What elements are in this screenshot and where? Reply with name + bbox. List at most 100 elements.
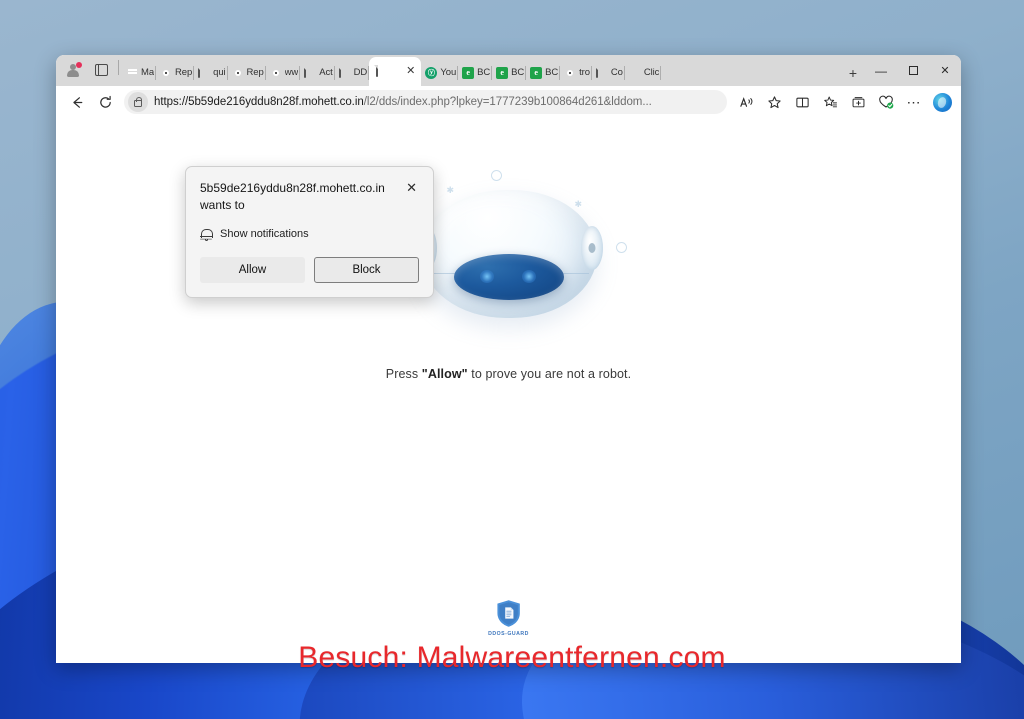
favorite-star-icon <box>767 95 781 108</box>
tab-label: DD <box>353 67 368 78</box>
notification-permission-dialog: 5b59de216yddu8n28f.mohett.co.in wants to… <box>185 166 434 298</box>
permission-close-button[interactable]: ✕ <box>404 180 419 195</box>
sparkle-icon: ✱ <box>574 199 583 209</box>
settings-more-icon: ⋯ <box>906 94 922 110</box>
copilot-button[interactable] <box>929 89 955 115</box>
window-controls: — ✕ <box>865 55 961 86</box>
desktop-wallpaper: Ma Rep qui Rep ww Act DD ✕ ⓨ You e BC e BC e BC tro Co Cli… <box>0 0 1024 719</box>
document-favicon <box>304 65 307 78</box>
maximize-icon <box>908 66 918 75</box>
browser-tab[interactable]: ww <box>266 59 301 86</box>
refresh-button[interactable] <box>92 89 118 115</box>
browser-tab[interactable]: Act <box>300 59 335 86</box>
tab-close-icon[interactable]: ✕ <box>404 66 417 77</box>
maximize-button[interactable] <box>897 55 929 86</box>
tab-favicon <box>270 67 282 79</box>
tab-label: BC <box>545 67 559 78</box>
favorites-list-button[interactable] <box>817 89 843 115</box>
browser-essentials-button[interactable] <box>873 89 899 115</box>
tab-favicon <box>338 65 351 79</box>
tab-label: Rep <box>175 67 193 78</box>
bell-clapper <box>204 238 208 242</box>
green-favicon: e <box>462 66 475 79</box>
browser-tab[interactable]: Ma <box>122 59 156 86</box>
browser-tab[interactable]: ✕ <box>369 57 422 86</box>
tab-label: qui <box>213 67 226 78</box>
browser-tab[interactable]: e BC <box>458 59 493 86</box>
browser-tab[interactable]: Clic <box>625 59 662 86</box>
tab-favicon <box>198 65 210 79</box>
tab-favicon: e <box>530 66 543 79</box>
favorites-list-icon <box>823 96 837 107</box>
browser-essentials-icon <box>879 95 894 109</box>
shield-icon <box>497 600 520 627</box>
tab-favicon: ⓨ <box>425 66 438 79</box>
settings-more-button[interactable]: ⋯ <box>901 89 927 115</box>
copilot-icon <box>932 92 952 112</box>
new-tab-button[interactable]: + <box>841 59 865 86</box>
read-aloud-icon <box>739 96 752 107</box>
tab-favicon <box>160 67 172 79</box>
green-favicon: e <box>496 66 509 79</box>
favorite-button[interactable] <box>761 89 787 115</box>
site-info-button[interactable] <box>128 92 148 112</box>
minimize-button[interactable]: — <box>865 55 897 86</box>
permission-request-label: Show notifications <box>220 228 309 241</box>
tab-label: tro <box>579 67 590 78</box>
url-bar[interactable]: https://5b59de216yddu8n28f.mohett.co.in/… <box>124 90 727 114</box>
browser-tab[interactable]: ⓨ You <box>421 59 458 86</box>
robot-ear-right <box>580 226 603 270</box>
challenge-prompt: Press "Allow" to prove you are not a rob… <box>386 367 631 381</box>
permission-title: 5b59de216yddu8n28f.mohett.co.in wants to <box>200 181 385 213</box>
browser-tab[interactable]: DD <box>335 59 370 86</box>
browser-tab[interactable]: Co <box>592 59 625 86</box>
url-path: /l2/dds/index.php?lpkey=1777239b100864d2… <box>363 96 652 108</box>
prompt-prefix: Press <box>385 367 422 381</box>
profile-avatar[interactable] <box>60 58 86 82</box>
browser-tab[interactable]: qui <box>194 59 228 86</box>
decorative-bubble <box>615 242 627 253</box>
read-aloud-button[interactable] <box>733 89 759 115</box>
collections-button[interactable] <box>845 89 871 115</box>
block-button[interactable]: Block <box>314 256 419 283</box>
collections-icon <box>852 96 864 107</box>
tab-favicon <box>629 67 641 79</box>
permission-header: 5b59de216yddu8n28f.mohett.co.in wants to… <box>200 180 419 215</box>
address-bar: https://5b59de216yddu8n28f.mohett.co.in/… <box>56 86 961 118</box>
divider <box>118 60 119 75</box>
browser-window: Ma Rep qui Rep ww Act DD ✕ ⓨ You e BC e BC e BC tro Co Cli… <box>56 55 961 663</box>
robot-eye-right <box>521 270 536 283</box>
browser-tab[interactable]: e BC <box>492 59 527 86</box>
prompt-emphasis: "Allow" <box>421 367 468 381</box>
tab-label: You <box>440 67 457 78</box>
tab-favicon: e <box>462 66 475 79</box>
browser-tab[interactable]: Rep <box>156 59 195 86</box>
ddos-guard-logo: DDOS-GUARD <box>488 599 529 637</box>
permission-actions: Allow Block <box>200 256 419 283</box>
tab-label: Rep <box>246 67 264 78</box>
close-icon: ✕ <box>940 65 950 77</box>
tab-label: Act <box>319 67 333 78</box>
back-button[interactable] <box>64 89 90 115</box>
profile-notification-dot <box>76 62 82 68</box>
close-button[interactable]: ✕ <box>929 55 961 86</box>
sparkle-icon: ✱ <box>446 185 455 195</box>
document-favicon <box>338 65 341 78</box>
browser-tab[interactable]: e BC <box>526 59 561 86</box>
split-screen-icon <box>795 97 809 107</box>
tab-favicon <box>595 65 608 79</box>
tab-label: BC <box>511 67 525 78</box>
tab-strip: Ma Rep qui Rep ww Act DD ✕ ⓨ You e BC e BC e BC tro Co Cli… <box>56 55 961 86</box>
tab-favicon: e <box>496 66 509 79</box>
tab-label: Ma <box>141 67 154 78</box>
notification-bell-icon <box>200 228 213 242</box>
url-domain: https://5b59de216yddu8n28f.mohett.co.in <box>154 96 364 108</box>
tab-favicon <box>232 67 244 79</box>
allow-button[interactable]: Allow <box>200 256 305 283</box>
split-screen-button[interactable] <box>789 89 815 115</box>
browser-tab[interactable]: Rep <box>228 59 266 86</box>
browser-tab[interactable]: tro <box>560 59 592 86</box>
tab-actions-button[interactable] <box>88 58 114 82</box>
prompt-suffix: to prove you are not a robot. <box>467 367 632 381</box>
minimize-icon: — <box>875 63 887 78</box>
